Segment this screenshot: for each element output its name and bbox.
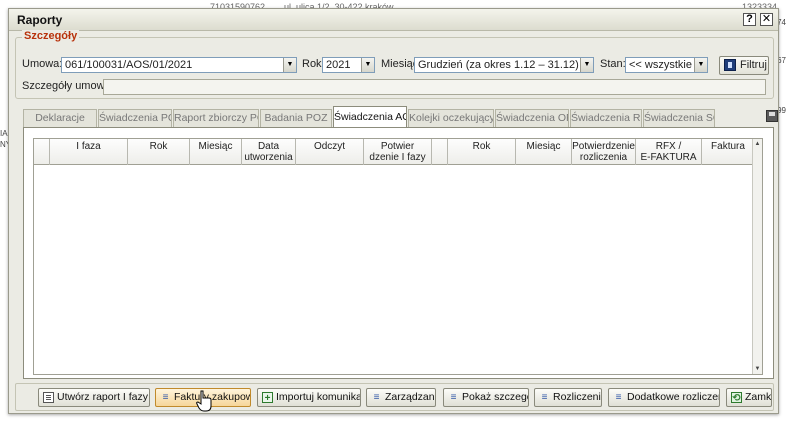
contract-select[interactable]: 061/100031/AOS/01/2021 ▼ <box>61 57 297 73</box>
filter-button-label: Filtruj <box>740 59 767 71</box>
status-select[interactable]: << wszystkie >> ▼ <box>625 57 708 73</box>
import-message-button[interactable]: + Importuj komunikat <box>257 388 361 407</box>
import-message-label: Importuj komunikat <box>276 391 361 403</box>
chevron-down-icon[interactable]: ▼ <box>283 58 296 72</box>
tab-swiadczenia-sok[interactable]: Świadczenia SOK <box>643 109 715 127</box>
status-label: Stan: <box>600 58 626 70</box>
chevron-down-icon[interactable]: ▼ <box>580 58 593 72</box>
filter-icon <box>724 59 736 71</box>
help-button[interactable]: ? <box>743 13 756 26</box>
create-report-button[interactable]: Utwórz raport I fazy <box>38 388 150 407</box>
management-label: Zarządzanie <box>385 391 435 403</box>
settlements-button[interactable]: ≡ Rozliczenia <box>534 388 602 407</box>
show-details-label: Pokaż szczegóły <box>462 391 528 403</box>
contract-details-label: Szczegóły umowy: <box>22 80 114 92</box>
details-legend: Szczegóły <box>22 30 80 42</box>
document-icon <box>43 392 54 403</box>
filter-button[interactable]: Filtruj <box>719 56 769 75</box>
year-select[interactable]: 2021 ▼ <box>322 57 375 73</box>
chevron-up-icon[interactable]: ▲ <box>753 139 762 149</box>
create-report-label: Utwórz raport I fazy <box>57 391 149 403</box>
column-header[interactable]: Data utworzenia <box>242 139 296 165</box>
column-header[interactable]: Rok <box>128 139 190 165</box>
row-marker-header <box>34 139 50 165</box>
data-grid[interactable]: I faza Rok Miesiąc Data utworzenia Odczy… <box>33 138 763 375</box>
column-header[interactable]: Potwierdzenie rozliczenia <box>572 139 636 165</box>
list-icon: ≡ <box>450 392 457 403</box>
column-header[interactable]: RFX / E-FAKTURA <box>636 139 702 165</box>
tab-swiadczenia-aos[interactable]: Świadczenia AOS <box>333 106 407 128</box>
chevron-down-icon[interactable]: ▼ <box>694 58 707 72</box>
details-group: Szczegóły Umowa: 061/100031/AOS/01/2021 … <box>15 30 774 99</box>
list-icon: ≡ <box>541 392 548 403</box>
column-header[interactable]: Odczyt <box>296 139 364 165</box>
column-header[interactable]: I faza <box>50 139 128 165</box>
tab-swiadczenia-reh[interactable]: Świadczenia REH <box>570 109 642 127</box>
close-icon[interactable]: ✕ <box>760 13 773 26</box>
list-icon: ≡ <box>162 392 169 403</box>
settlements-label: Rozliczenia <box>553 391 602 403</box>
export-icon[interactable] <box>766 110 778 122</box>
tab-deklaracje[interactable]: Deklaracje <box>23 109 97 127</box>
column-header[interactable]: Faktura <box>702 139 754 165</box>
dialog-title: Raporty <box>17 13 63 27</box>
tab-kolejki-oczekujacych[interactable]: Kolejki oczekujących <box>408 109 494 127</box>
management-button[interactable]: ≡ Zarządzanie <box>366 388 436 407</box>
column-header[interactable]: Potwier dzenie I fazy <box>364 139 432 165</box>
grid-header: I faza Rok Miesiąc Data utworzenia Odczy… <box>34 139 762 165</box>
month-select[interactable]: Grudzień (za okres 1.12 – 31.12) ▼ <box>414 57 594 73</box>
reports-dialog: Raporty ? ✕ Szczegóły Umowa: 061/100031/… <box>8 8 779 414</box>
list-icon: ≡ <box>373 392 380 403</box>
bottom-toolbar: Utwórz raport I fazy ≡ Faktury zakupowe … <box>15 383 774 411</box>
month-value: Grudzień (za okres 1.12 – 31.12) <box>418 59 579 71</box>
column-header[interactable]: Miesiąc <box>190 139 242 165</box>
dialog-titlebar[interactable]: Raporty ? ✕ <box>9 9 778 31</box>
chevron-down-icon[interactable]: ▼ <box>753 364 762 374</box>
close-icon: ⟲ <box>731 392 742 404</box>
additional-settlement-label: Dodatkowe rozliczenie <box>627 391 719 403</box>
tab-panel-aos: I faza Rok Miesiąc Data utworzenia Odczy… <box>23 127 774 379</box>
close-label: Zamknij <box>745 391 772 403</box>
column-header[interactable] <box>432 139 448 165</box>
plus-icon: + <box>262 392 273 404</box>
tab-raport-zbiorczy-poz[interactable]: Raport zbiorczy POZ <box>173 109 259 127</box>
tab-swiadczenia-opd[interactable]: Świadczenia OPD <box>495 109 569 127</box>
list-icon: ≡ <box>615 392 622 403</box>
column-header[interactable]: Miesiąc <box>516 139 572 165</box>
mouse-cursor-icon <box>196 390 212 412</box>
tab-badania-poz[interactable]: Badania POZ <box>260 109 332 127</box>
tab-swiadczenia-poz[interactable]: Świadczenia POZ <box>98 109 172 127</box>
contract-label: Umowa: <box>22 58 63 70</box>
vertical-scrollbar[interactable]: ▲ ▼ <box>752 139 762 374</box>
year-value: 2021 <box>326 59 351 71</box>
contract-details-field[interactable] <box>103 79 766 95</box>
additional-settlement-button[interactable]: ≡ Dodatkowe rozliczenie <box>608 388 720 407</box>
purchase-invoices-label: Faktury zakupowe <box>174 391 251 403</box>
close-button[interactable]: ⟲ Zamknij <box>726 388 772 407</box>
chevron-down-icon[interactable]: ▼ <box>361 58 374 72</box>
contract-value: 061/100031/AOS/01/2021 <box>65 59 193 71</box>
show-details-button[interactable]: ≡ Pokaż szczegóły <box>443 388 529 407</box>
column-header[interactable]: Rok <box>448 139 516 165</box>
